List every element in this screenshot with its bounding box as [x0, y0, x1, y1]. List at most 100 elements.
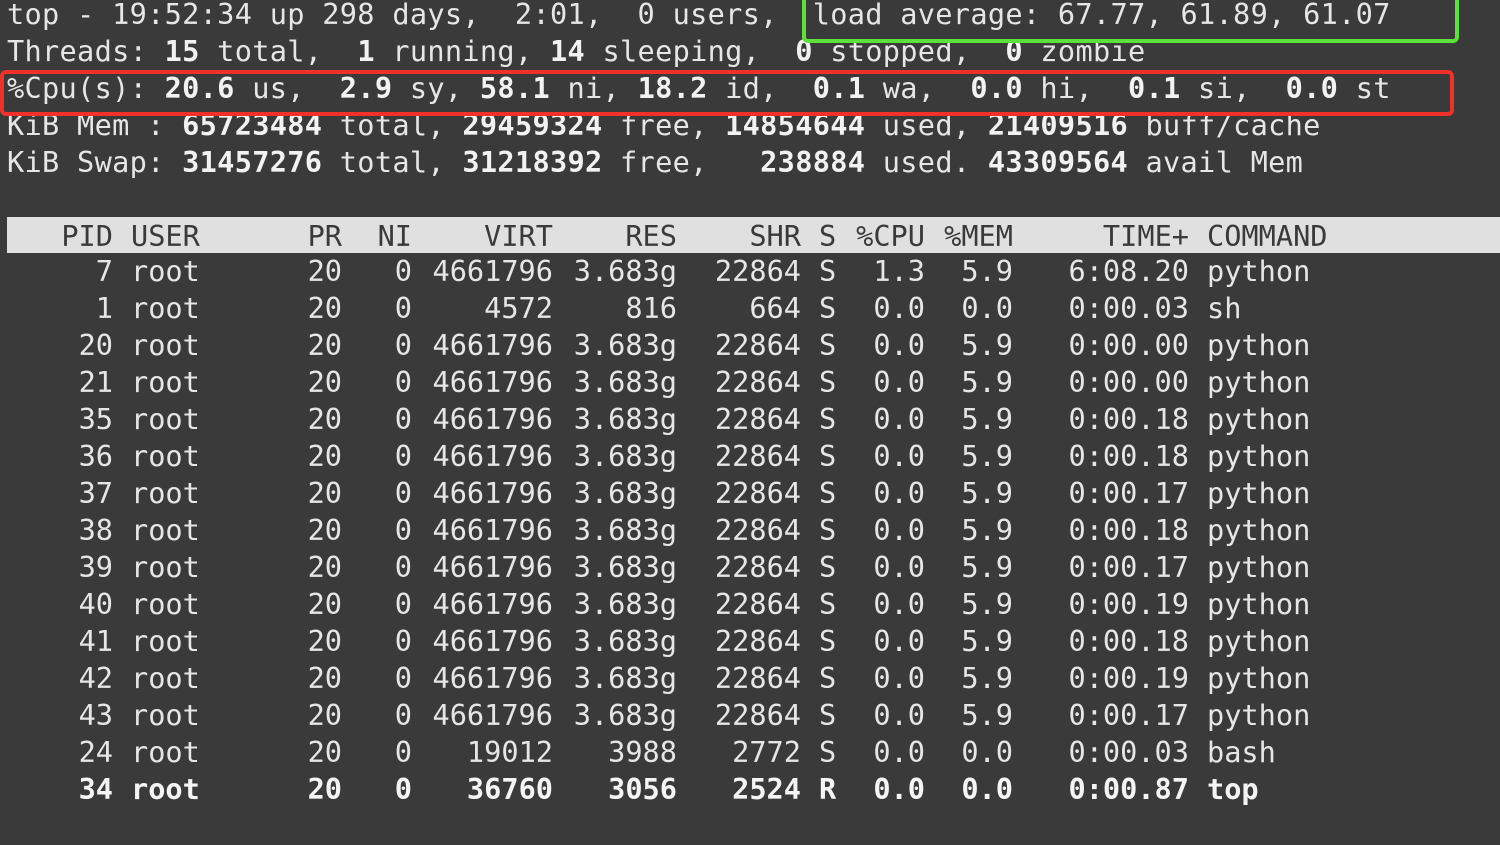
cell-nice: 0 [394, 254, 412, 288]
cpu-highlight-box [0, 70, 1454, 116]
cell-nice: 0 [394, 772, 412, 806]
cell-command: top [1207, 772, 1259, 806]
cell-user: root [131, 365, 200, 399]
label: avail Mem [1128, 145, 1304, 179]
column-header-virt[interactable]: VIRT [427, 217, 553, 255]
cell-user: root [131, 550, 200, 584]
cell-shr: 22864 [714, 439, 801, 473]
cell-virt: 4661796 [432, 365, 553, 399]
uptime-text: top - 19:52:34 up 298 days, 2:01, 0 user… [7, 0, 813, 31]
cell-user: root [131, 735, 200, 769]
cell-cpu-percent: 0.0 [873, 513, 925, 547]
column-header-res[interactable]: RES [567, 217, 677, 255]
cell-nice: 0 [394, 624, 412, 658]
cell-nice: 0 [394, 587, 412, 621]
cell-priority: 20 [307, 476, 342, 510]
cell-virt: 4661796 [432, 587, 553, 621]
cell-time: 0:00.17 [1068, 476, 1189, 510]
cell-pid: 42 [78, 661, 113, 695]
cell-res: 3.683g [573, 439, 677, 473]
cell-state: S [819, 402, 837, 436]
cell-command: python [1207, 365, 1311, 399]
cell-cpu-percent: 0.0 [873, 735, 925, 769]
cell-state: S [819, 735, 837, 769]
threads-running: 1 [357, 34, 375, 68]
cell-pid: 20 [78, 328, 113, 362]
column-header-user[interactable]: USER [131, 217, 200, 255]
cell-mem-percent: 5.9 [961, 661, 1013, 695]
cell-pid: 39 [78, 550, 113, 584]
cell-pid: 41 [78, 624, 113, 658]
cell-priority: 20 [307, 513, 342, 547]
cell-state: S [819, 439, 837, 473]
cell-shr: 22864 [714, 698, 801, 732]
cell-time: 0:00.19 [1068, 661, 1189, 695]
cell-priority: 20 [307, 254, 342, 288]
cell-mem-percent: 5.9 [961, 550, 1013, 584]
cell-mem-percent: 5.9 [961, 328, 1013, 362]
cell-user: root [131, 587, 200, 621]
cell-time: 0:00.87 [1068, 772, 1189, 806]
cell-command: python [1207, 661, 1311, 695]
label: free, [602, 145, 761, 179]
column-header-shr[interactable]: SHR [697, 217, 801, 255]
cell-priority: 20 [307, 365, 342, 399]
cell-time: 0:00.18 [1068, 513, 1189, 547]
cell-command: python [1207, 476, 1311, 510]
cell-shr: 2772 [732, 735, 801, 769]
cell-priority: 20 [307, 550, 342, 584]
cell-virt: 4661796 [432, 513, 553, 547]
column-header-pid[interactable]: PID [7, 217, 113, 255]
cell-mem-percent: 5.9 [961, 513, 1013, 547]
cell-virt: 36760 [466, 772, 553, 806]
swap-avail-mem: 43309564 [987, 145, 1128, 179]
cell-pid: 38 [78, 513, 113, 547]
cell-state: S [819, 698, 837, 732]
cell-cpu-percent: 0.0 [873, 365, 925, 399]
cell-time: 0:00.03 [1068, 735, 1189, 769]
cell-shr: 22864 [714, 513, 801, 547]
cell-cpu-percent: 1.3 [873, 254, 925, 288]
cell-pid: 43 [78, 698, 113, 732]
cell-virt: 4661796 [432, 661, 553, 695]
cell-pid: 36 [78, 439, 113, 473]
threads-sleeping: 14 [549, 34, 586, 68]
cell-virt: 4661796 [432, 439, 553, 473]
cell-shr: 2524 [732, 772, 801, 806]
cell-virt: 4572 [484, 291, 553, 325]
cell-res: 3056 [608, 772, 677, 806]
column-header-mem-percent[interactable]: %MEM [937, 217, 1013, 255]
cell-res: 3.683g [573, 328, 677, 362]
column-header-priority[interactable]: PR [267, 217, 342, 255]
column-header-nice[interactable]: NI [357, 217, 412, 255]
cell-command: bash [1207, 735, 1276, 769]
cell-state: S [819, 365, 837, 399]
cell-cpu-percent: 0.0 [873, 661, 925, 695]
column-header-command[interactable]: COMMAND [1207, 217, 1328, 255]
cell-time: 0:00.17 [1068, 550, 1189, 584]
cell-shr: 22864 [714, 476, 801, 510]
cell-virt: 19012 [466, 735, 553, 769]
cell-shr: 664 [749, 291, 801, 325]
column-header-cpu-percent[interactable]: %CPU [847, 217, 925, 255]
cell-mem-percent: 5.9 [961, 476, 1013, 510]
cell-user: root [131, 476, 200, 510]
column-header-state[interactable]: S [819, 217, 836, 255]
cell-pid: 7 [95, 254, 113, 288]
cell-command: python [1207, 587, 1311, 621]
column-header-time[interactable]: TIME+ [1027, 217, 1189, 255]
cell-priority: 20 [307, 772, 342, 806]
cell-virt: 4661796 [432, 254, 553, 288]
cell-virt: 4661796 [432, 550, 553, 584]
cell-priority: 20 [307, 735, 342, 769]
cell-command: python [1207, 698, 1311, 732]
cell-user: root [131, 291, 200, 325]
cell-nice: 0 [394, 439, 412, 473]
cell-state: S [819, 513, 837, 547]
cell-priority: 20 [307, 402, 342, 436]
cell-time: 0:00.17 [1068, 698, 1189, 732]
label: running, [374, 34, 550, 68]
cell-mem-percent: 5.9 [961, 402, 1013, 436]
cell-res: 3.683g [573, 587, 677, 621]
cell-pid: 37 [78, 476, 113, 510]
